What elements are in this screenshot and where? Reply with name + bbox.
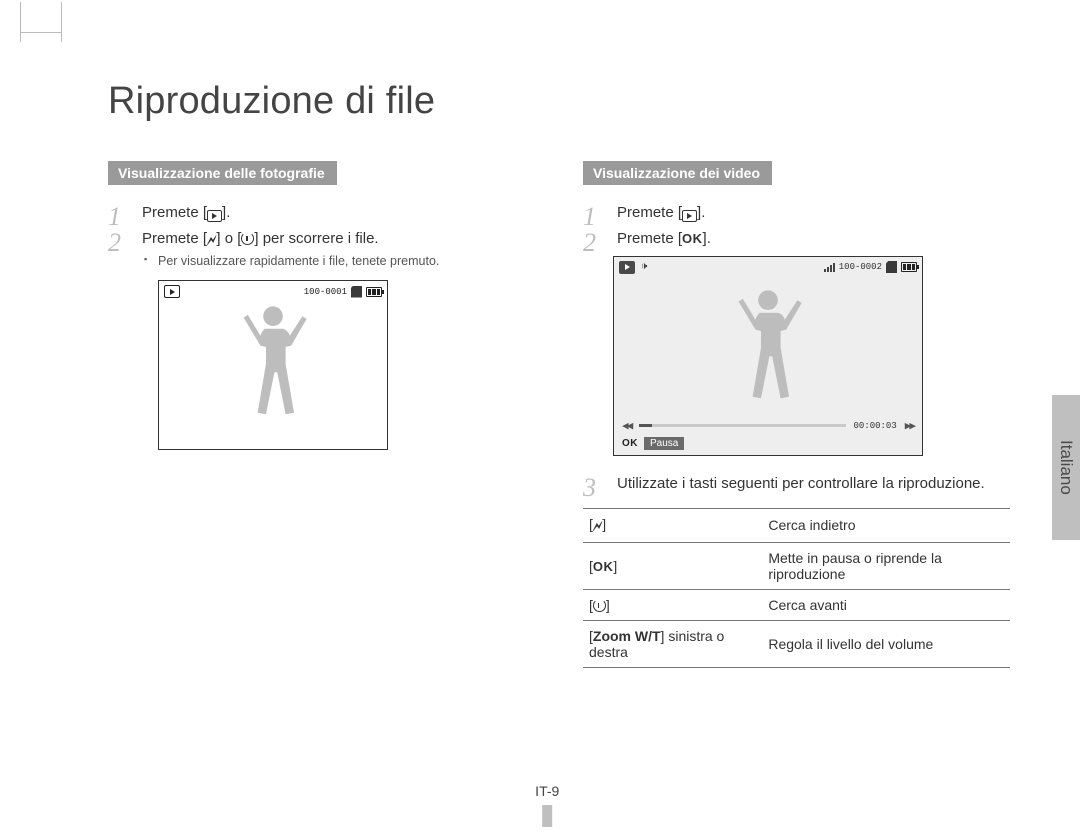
controls-table: [🗲] Cerca indietro [OK] Mette in pausa o…: [583, 508, 1010, 668]
timer-icon: [593, 599, 606, 612]
lcd-play-icon: [164, 285, 180, 298]
video-section: Visualizzazione dei video Premete []. Pr…: [583, 161, 1010, 668]
ok-label: OK: [622, 438, 638, 449]
table-row: [OK] Mette in pausa o riprende la riprod…: [583, 542, 1010, 589]
flash-icon: 🗲: [207, 231, 216, 250]
video-time: 00:00:03: [854, 421, 897, 431]
sd-card-icon: [351, 286, 362, 298]
sound-icon: 🕩: [641, 261, 647, 273]
timer-icon: [241, 232, 254, 245]
ok-label: OK: [682, 231, 703, 246]
lcd-video-preview: 🕩 100-0002 ◀◀ 00:00:03 ▶▶: [613, 256, 923, 456]
video-step-1: Premete [].: [583, 203, 1010, 223]
play-icon: [682, 210, 697, 222]
crop-mark: [20, 2, 60, 42]
lcd-photo-preview: 100-0001: [158, 280, 388, 450]
ok-label: OK: [593, 559, 614, 574]
table-row: [Zoom W/T] sinistra o destra Regola il l…: [583, 620, 1010, 667]
section-heading-videos: Visualizzazione dei video: [583, 161, 772, 185]
section-heading-photos: Visualizzazione delle fotografie: [108, 161, 337, 185]
manual-page: Riproduzione di file Visualizzazione del…: [108, 80, 1010, 805]
battery-icon: [366, 287, 382, 297]
photo-step-1: Premete [].: [108, 203, 535, 223]
lcd-play-icon: [619, 261, 635, 274]
table-row: [] Cerca avanti: [583, 589, 1010, 620]
signal-icon: [824, 263, 835, 272]
play-icon: [207, 210, 222, 222]
lcd-counter: 100-0001: [304, 287, 347, 297]
forward-icon: ▶▶: [905, 419, 914, 433]
sd-card-icon: [886, 261, 897, 273]
photo-step-2: Premete [🗲] o [] per scorrere i file. Pe…: [108, 229, 535, 270]
battery-icon: [901, 262, 917, 272]
video-progress: ◀◀ 00:00:03 ▶▶: [622, 419, 914, 433]
rewind-icon: ◀◀: [622, 419, 631, 433]
photo-step-2-note: Per visualizzare rapidamente i file, ten…: [142, 253, 535, 270]
control-desc: Cerca avanti: [762, 589, 1010, 620]
language-tab: Italiano: [1052, 395, 1080, 540]
photo-silhouette: [228, 298, 318, 438]
pause-label: Pausa: [644, 437, 684, 450]
control-desc: Regola il livello del volume: [762, 620, 1010, 667]
photo-section: Visualizzazione delle fotografie Premete…: [108, 161, 535, 668]
table-row: [🗲] Cerca indietro: [583, 508, 1010, 542]
page-title: Riproduzione di file: [108, 80, 1010, 123]
flash-icon: 🗲: [593, 518, 602, 535]
video-step-2: Premete [OK].: [583, 229, 1010, 249]
lcd-counter: 100-0002: [839, 262, 882, 272]
video-silhouette: [723, 282, 813, 422]
page-number: IT-9: [535, 783, 559, 827]
control-desc: Cerca indietro: [762, 508, 1010, 542]
video-step-3: Utilizzate i tasti seguenti per controll…: [583, 474, 1010, 494]
control-desc: Mette in pausa o riprende la riproduzion…: [762, 542, 1010, 589]
